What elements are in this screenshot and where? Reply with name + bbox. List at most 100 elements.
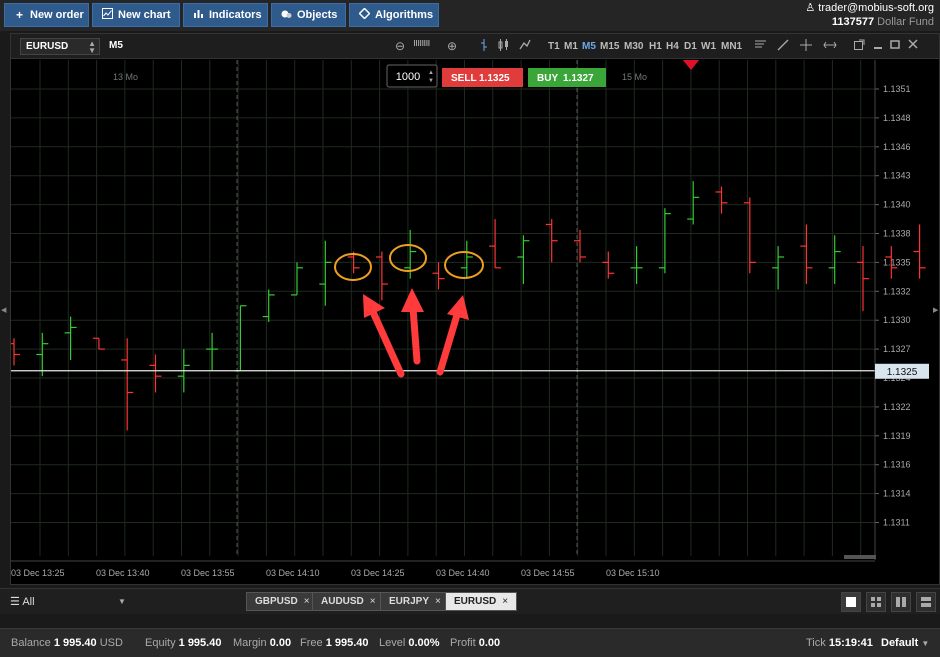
symbol-tab-gbpusd[interactable]: GBPUSD × (246, 592, 319, 611)
zoom-slider[interactable]: ıııııııı (413, 37, 430, 49)
ohlc-bar (630, 246, 643, 285)
y-tick-label: 1.1332 (883, 286, 911, 296)
trendline-icon[interactable] (777, 39, 789, 54)
price-tag-value: 1.1325 (887, 367, 918, 378)
sell-price: 1.1325 (479, 73, 510, 84)
close-tab-icon[interactable]: × (502, 596, 508, 607)
layout-grid-icon (871, 597, 881, 607)
timeframe-m15[interactable]: M15 (600, 41, 619, 52)
y-tick-label: 1.1335 (883, 257, 911, 267)
candlestick-type-icon[interactable] (498, 39, 510, 54)
zoom-out-icon[interactable]: ⊖ (395, 39, 405, 53)
timeframe-m30[interactable]: M30 (624, 41, 643, 52)
y-tick-label: 1.1340 (883, 200, 911, 210)
indicator-list-icon[interactable] (755, 39, 768, 54)
ohlc-bar (828, 235, 841, 285)
measure-icon[interactable] (823, 39, 837, 54)
margin-stat: Margin 0.00 (233, 637, 292, 649)
x-tick-label: 03 Dec 13:55 (181, 568, 235, 578)
buy-price: 1.1327 (563, 73, 594, 84)
sell-button[interactable]: SELL 1.1325 (442, 68, 523, 87)
ohlc-bar (149, 354, 162, 393)
ohlc-bar (375, 251, 388, 301)
day-label: 13 Mo (113, 72, 138, 82)
close-tab-icon[interactable]: × (370, 596, 376, 607)
y-tick-label: 1.1314 (883, 489, 911, 499)
time-axis: 03 Dec 13:25 03 Dec 13:40 03 Dec 13:55 03 D… (11, 560, 875, 578)
timeframe-h1[interactable]: H1 (649, 41, 662, 52)
new-order-button[interactable]: + New order (4, 3, 89, 27)
symbol-tab-audusd[interactable]: AUDUSD × (312, 592, 385, 611)
ohlc-bar (913, 224, 926, 279)
left-panel-toggle-icon[interactable]: ◀ (1, 306, 6, 314)
new-chart-button[interactable]: New chart (92, 3, 180, 27)
stepper-up-icon[interactable]: ▲ (428, 70, 434, 76)
stepper-down-icon[interactable]: ▼ (428, 78, 434, 84)
filter-select[interactable]: ☰ All ▼ (10, 595, 126, 608)
account-number: 1137577 (831, 16, 875, 28)
current-price-tag: 1.1325 (875, 363, 929, 379)
ohlc-bar (64, 316, 77, 360)
timeframe-h4[interactable]: H4 (666, 41, 679, 52)
ohlc-bar (432, 262, 445, 290)
crosshair-icon[interactable] (800, 39, 812, 54)
bar-chart-type-icon[interactable] (479, 39, 489, 54)
y-tick-label: 1.1346 (883, 142, 911, 152)
chart-window: EURUSD ▲ ▼ M5 ⊖ ıııııııı ⊕ T1 M1 M5 M15 M30 H1… (10, 33, 940, 585)
plus-icon: + (15, 8, 23, 22)
equity-stat: Equity 1 995.40 (145, 637, 222, 649)
maximize-window-icon[interactable] (890, 39, 900, 53)
algorithms-button[interactable]: Algorithms (349, 3, 439, 27)
free-value: 1 995.40 (325, 637, 369, 649)
objects-icon (281, 8, 292, 22)
right-panel-toggle-icon[interactable]: ▶ (933, 306, 938, 314)
timeframe-m1[interactable]: M1 (564, 41, 578, 52)
timeframe-t1[interactable]: T1 (548, 41, 560, 52)
y-tick-label: 1.1351 (883, 84, 911, 94)
quantity-stepper[interactable]: 1000 ▲ ▼ (386, 64, 438, 88)
y-tick-label: 1.1348 (883, 113, 911, 123)
y-tick-label: 1.1327 (883, 344, 911, 354)
y-tick-label: 1.1311 (883, 518, 910, 528)
symbol-tab-eurjpy[interactable]: EURJPY × (380, 592, 450, 611)
x-tick-label: 03 Dec 13:40 (96, 568, 150, 578)
ohlc-bar (772, 246, 785, 290)
bar-chart-icon (193, 8, 204, 22)
minimize-window-icon[interactable] (873, 39, 883, 53)
ohlc-bar (234, 305, 247, 372)
close-tab-icon[interactable]: × (435, 596, 441, 607)
price-chart[interactable]: 13 Mo 15 Mo 1.13511.13481.13461.13431.13… (11, 60, 940, 586)
timeframe-w1[interactable]: W1 (701, 41, 716, 52)
horizontal-scrollbar[interactable] (844, 555, 876, 559)
account-info[interactable]: ♙ trader@mobius-soft.org 1137577 Dollar … (805, 1, 934, 29)
ohlc-bar (92, 337, 105, 350)
layout-rows-button[interactable] (916, 592, 936, 612)
zoom-in-icon[interactable]: ⊕ (447, 39, 457, 53)
balance-currency: USD (99, 637, 123, 649)
timeframe-label: M5 (109, 40, 123, 51)
ohlc-bar (291, 262, 303, 296)
x-tick-label: 03 Dec 13:25 (11, 568, 65, 578)
timeframe-d1[interactable]: D1 (684, 41, 697, 52)
symbol-selector[interactable]: EURUSD ▲ ▼ (20, 38, 100, 55)
buy-button[interactable]: BUY 1.1327 (528, 68, 606, 87)
close-window-icon[interactable] (908, 39, 918, 53)
user-icon: ♙ (805, 2, 816, 14)
layout-grid-button[interactable] (866, 592, 886, 612)
x-tick-label: 03 Dec 14:55 (521, 568, 575, 578)
timeframe-m5[interactable]: M5 (582, 41, 596, 52)
layout-columns-button[interactable] (891, 592, 911, 612)
profile-select[interactable]: Default ▼ (881, 637, 929, 649)
layout-single-button[interactable] (841, 592, 861, 612)
symbol-tab-eurusd[interactable]: EURUSD × (445, 592, 518, 611)
close-tab-icon[interactable]: × (304, 596, 310, 607)
objects-button[interactable]: Objects (271, 3, 346, 27)
timeframe-mn1[interactable]: MN1 (721, 41, 742, 52)
level-value: 0.00% (408, 637, 440, 649)
equity-value: 1 995.40 (178, 637, 222, 649)
indicators-button[interactable]: Indicators (183, 3, 268, 27)
spinner-icon: ▲ ▼ (88, 39, 96, 55)
line-chart-type-icon[interactable] (519, 39, 531, 54)
detach-window-icon[interactable] (854, 39, 865, 53)
ohlc-bar (602, 251, 615, 279)
